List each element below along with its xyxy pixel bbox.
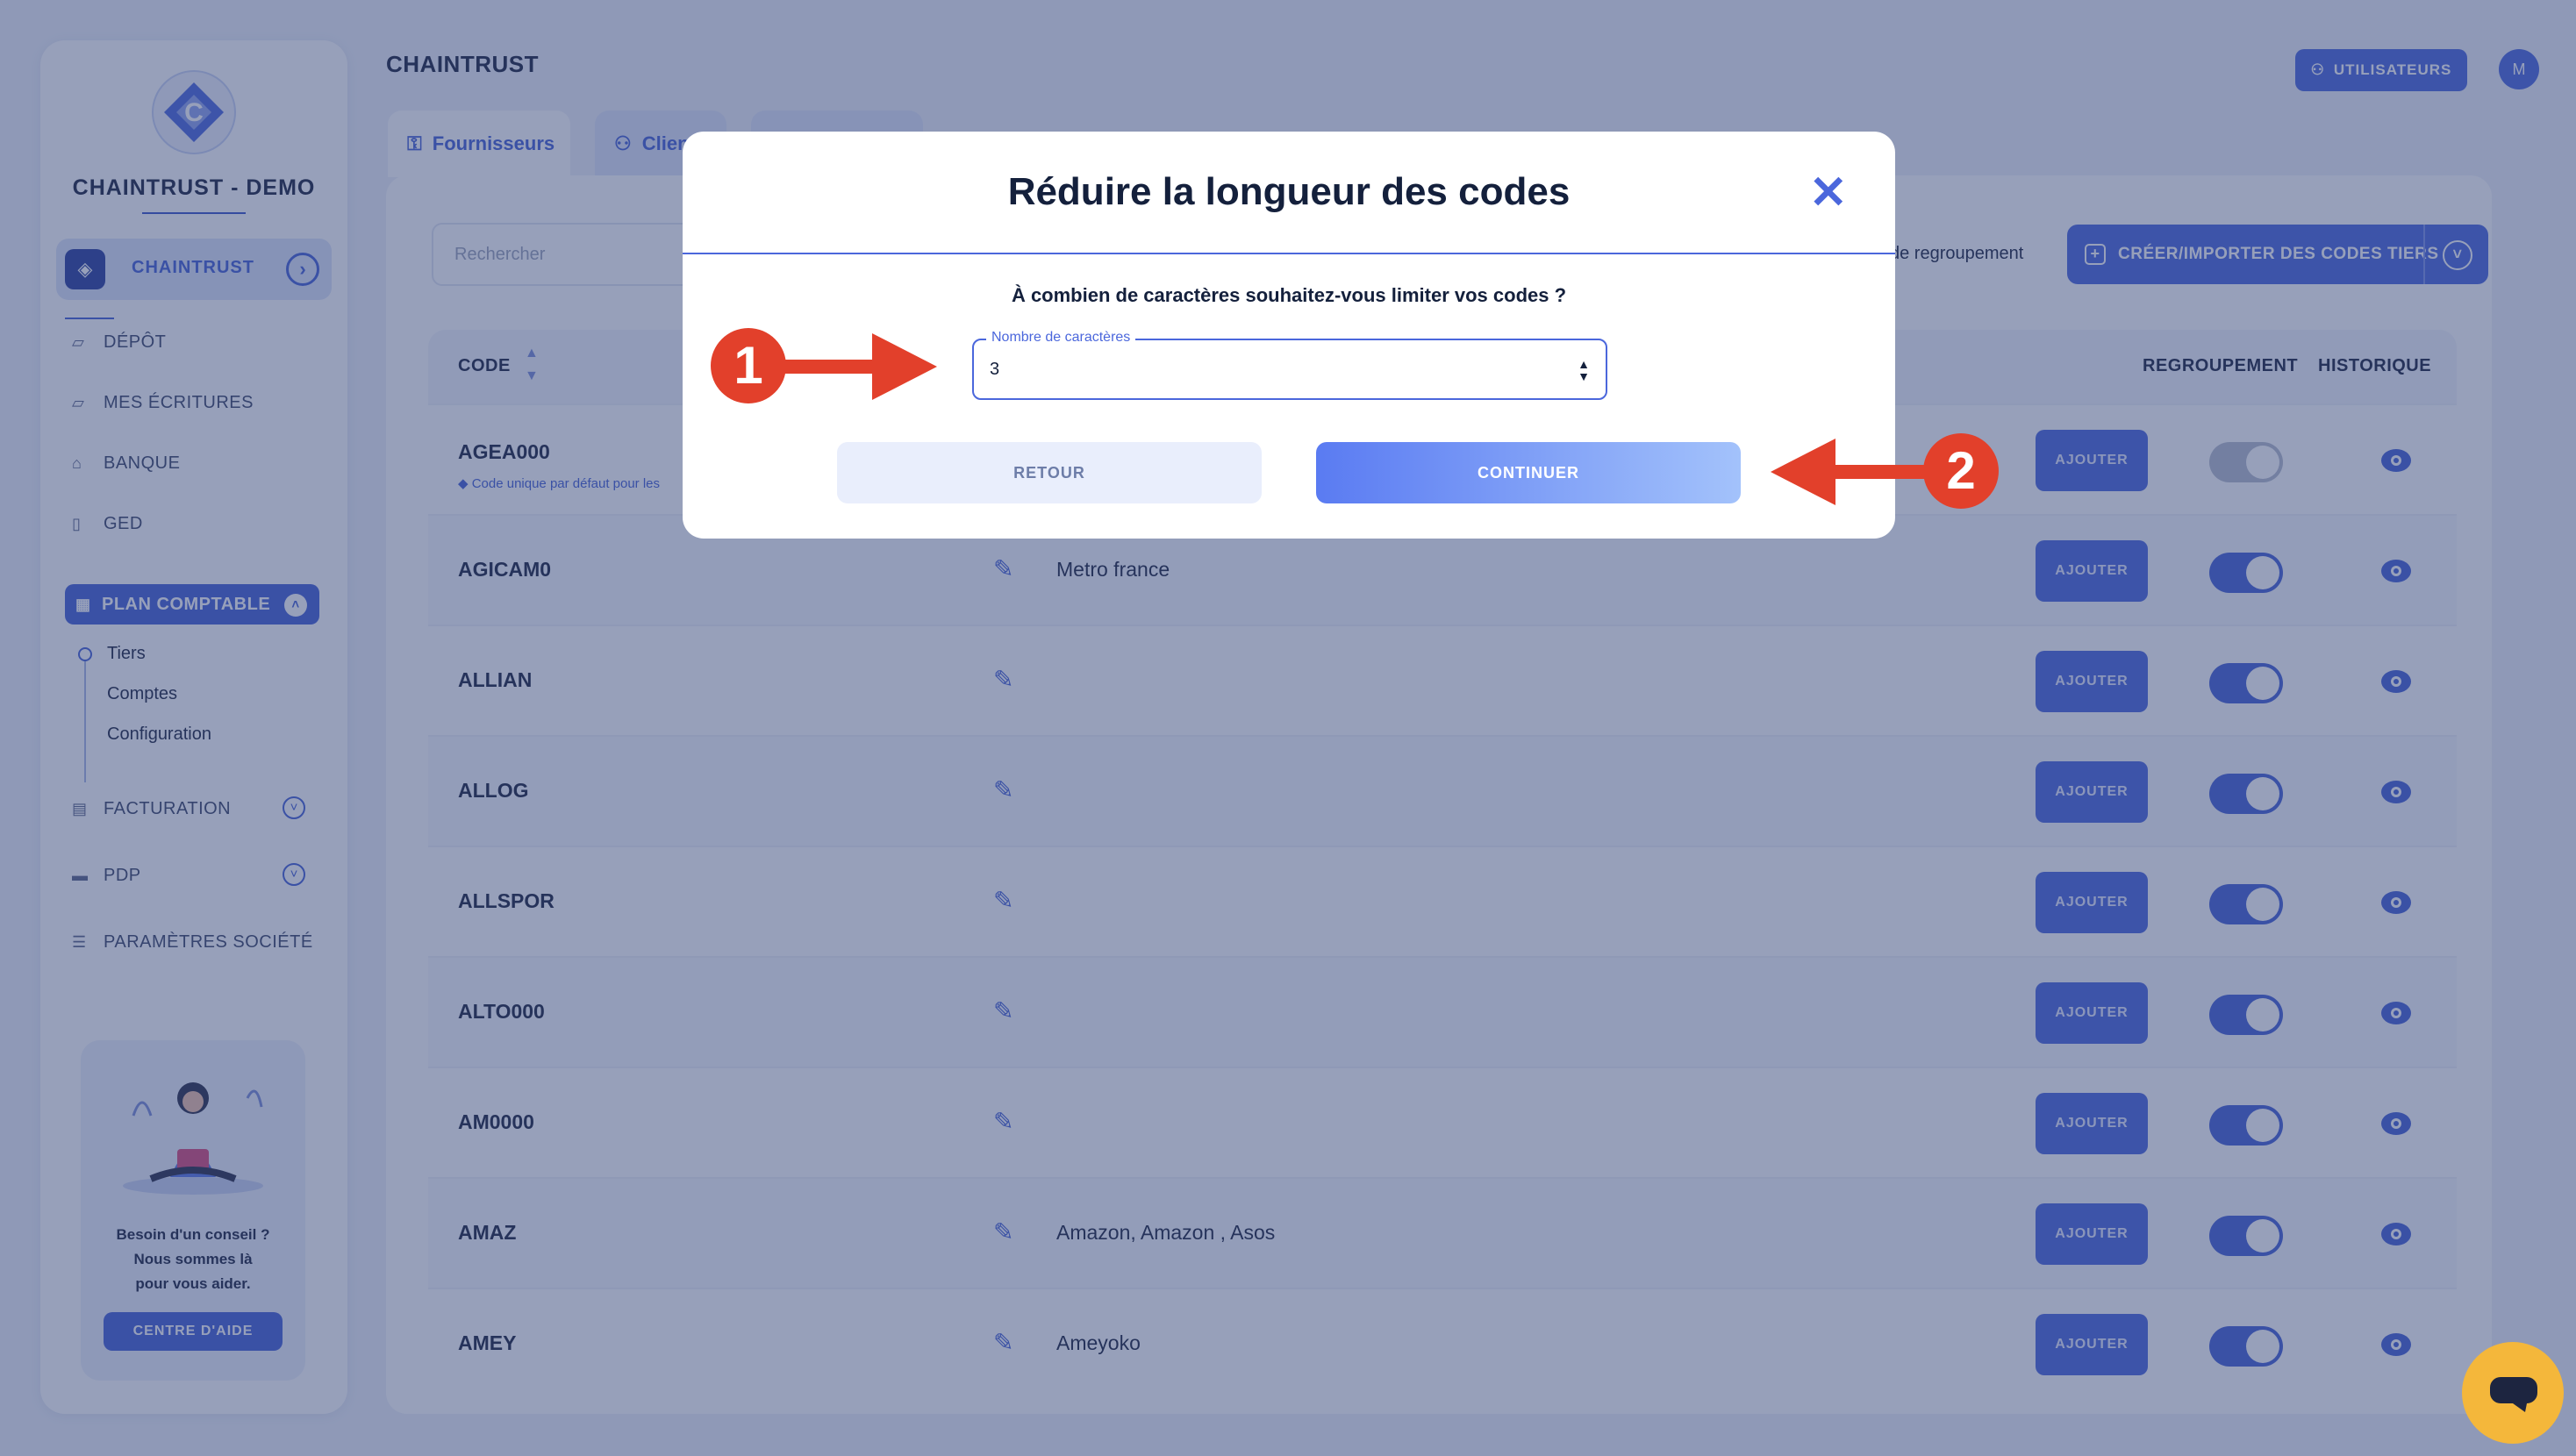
chat-widget-button[interactable]	[2462, 1342, 2564, 1444]
chat-bubble-icon	[2490, 1377, 2537, 1412]
character-count-field[interactable]: Nombre de caractères ▲▼	[972, 330, 1607, 400]
modal-question: À combien de caractères souhaitez-vous l…	[1011, 284, 1567, 306]
number-stepper-icon[interactable]: ▲ ▼	[1578, 358, 1590, 382]
annotation-arrow-left	[1771, 439, 1927, 505]
continue-button[interactable]: CONTINUER	[1316, 442, 1741, 503]
annotation-badge-1: 1	[711, 328, 786, 403]
character-count-input[interactable]	[990, 360, 1516, 380]
field-label: Nombre de caractères	[986, 330, 1136, 346]
close-icon[interactable]: ✕	[1809, 170, 1848, 216]
back-button[interactable]: RETOUR	[837, 442, 1262, 503]
modal-divider	[683, 253, 1895, 254]
annotation-badge-2: 2	[1923, 433, 1999, 509]
modal-title: Réduire la longueur des codes	[1007, 170, 1571, 213]
annotation-arrow-right	[781, 333, 937, 400]
